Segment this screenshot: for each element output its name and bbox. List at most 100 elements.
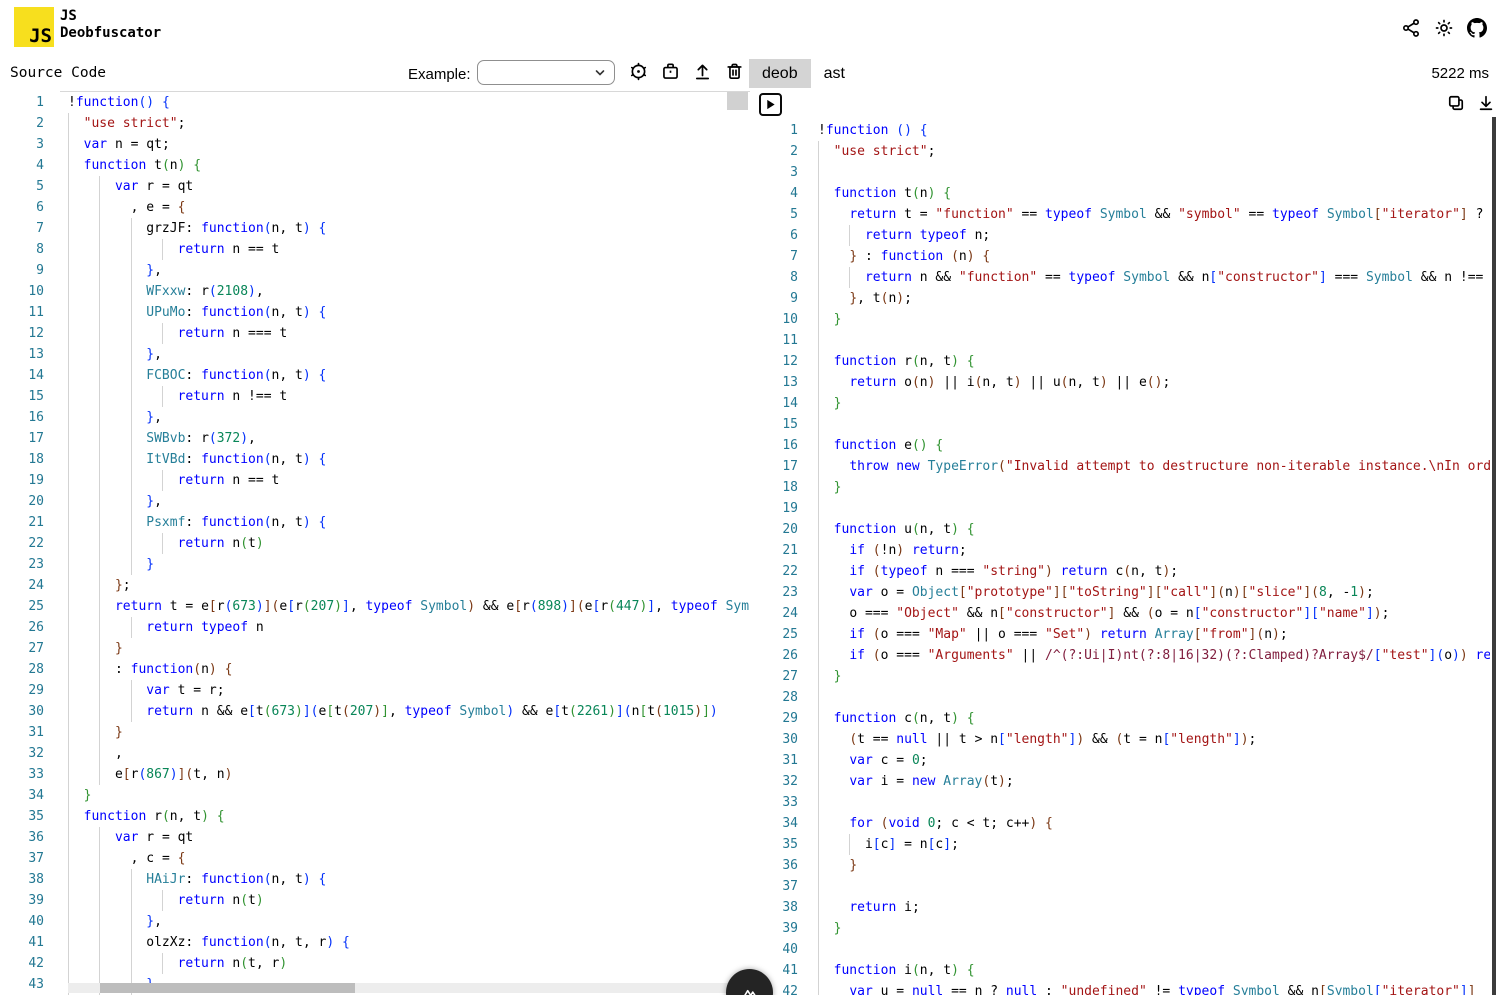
header-icons (1401, 18, 1487, 38)
indent-guide (131, 491, 132, 512)
code-line: var r = qt (68, 176, 750, 197)
app-title-line1: JS (60, 8, 161, 25)
indent-guide (131, 302, 132, 323)
code-line: UPuMo: function(n, t) { (68, 302, 750, 323)
indent-guide (131, 344, 132, 365)
code-line: } (68, 554, 750, 575)
output-editor[interactable]: 1234567891011121314151617181920212223242… (758, 120, 1490, 995)
indent-guide (68, 302, 69, 323)
indent-guide (131, 890, 132, 911)
tab-deob[interactable]: deob (749, 59, 811, 88)
theme-brightness-icon[interactable] (1434, 18, 1454, 38)
indent-guide (818, 582, 819, 603)
indent-guide (818, 393, 819, 414)
line-number: 4 (0, 155, 44, 176)
indent-guide (68, 281, 69, 302)
code-line: function c(n, t) { (818, 708, 1490, 729)
indent-guide (131, 869, 132, 890)
indent-guide (68, 932, 69, 953)
code-line: if (typeof n === "string") return c(n, t… (818, 561, 1490, 582)
code-line: function u(n, t) { (818, 519, 1490, 540)
code-line: (t == null || t > n["length"]) && (t = n… (818, 729, 1490, 750)
indent-guide (818, 855, 819, 876)
upload-icon[interactable] (692, 61, 713, 82)
code-line (818, 876, 1490, 897)
indent-guide (131, 953, 132, 974)
line-number: 30 (0, 701, 44, 722)
indent-guide (131, 701, 132, 722)
source-editor-vertical-scrollbar[interactable] (727, 92, 748, 110)
github-icon[interactable] (1467, 18, 1487, 38)
settings-icon[interactable] (628, 61, 649, 82)
indent-guide (68, 911, 69, 932)
horizontal-scrollbar-thumb[interactable] (100, 983, 355, 993)
example-select[interactable] (477, 60, 615, 85)
source-editor-horizontal-scrollbar[interactable] (68, 983, 750, 993)
code-line: o === "Object" && n["constructor"] && (o… (818, 603, 1490, 624)
line-number: 33 (758, 792, 798, 813)
code-line: } (818, 918, 1490, 939)
line-number: 5 (758, 204, 798, 225)
indent-guide (68, 470, 69, 491)
line-number: 4 (758, 183, 798, 204)
play-icon[interactable] (759, 93, 782, 116)
line-number: 37 (0, 848, 44, 869)
code-line: }, (68, 407, 750, 428)
code-line: }; (68, 575, 750, 596)
code-line: function e() { (818, 435, 1490, 456)
indent-guide (818, 687, 819, 708)
indent-guide (99, 218, 100, 239)
line-number: 7 (758, 246, 798, 267)
line-number: 25 (0, 596, 44, 617)
code-line: }, (68, 491, 750, 512)
indent-guide (818, 792, 819, 813)
line-number: 11 (758, 330, 798, 351)
line-number: 37 (758, 876, 798, 897)
download-icon[interactable] (1476, 93, 1496, 113)
example-label: Example: (408, 66, 471, 83)
code-line: if (o === "Map" || o === "Set") return A… (818, 624, 1490, 645)
output-editor-vertical-scrollbar[interactable] (1492, 117, 1496, 995)
indent-guide (818, 330, 819, 351)
copy-icon[interactable] (1446, 93, 1466, 113)
tab-ast[interactable]: ast (811, 59, 858, 88)
code-line: } (818, 309, 1490, 330)
code-line: } (68, 785, 750, 806)
code-line: WFxxw: r(2108), (68, 281, 750, 302)
line-number: 21 (758, 540, 798, 561)
code-line: HAiJr: function(n, t) { (68, 869, 750, 890)
indent-guide (99, 932, 100, 953)
indent-guide (68, 533, 69, 554)
share-icon[interactable] (1401, 18, 1421, 38)
code-line: return n == t (68, 239, 750, 260)
output-mode-tabs: deob ast (749, 59, 858, 88)
indent-guide (68, 764, 69, 785)
code-line: } (818, 393, 1490, 414)
indent-guide (99, 407, 100, 428)
indent-guide (818, 708, 819, 729)
line-number: 9 (758, 288, 798, 309)
code-line: return o(n) || i(n, t) || u(n, t) || e()… (818, 372, 1490, 393)
trash-icon[interactable] (724, 61, 745, 82)
code-line: return n && e[t(673)](e[t(207)], typeof … (68, 701, 750, 722)
code-line (818, 687, 1490, 708)
line-number: 32 (0, 743, 44, 764)
indent-guide (99, 197, 100, 218)
indent-guide (818, 897, 819, 918)
code-line (818, 939, 1490, 960)
line-number: 7 (0, 218, 44, 239)
paste-icon[interactable] (660, 61, 681, 82)
line-number: 17 (758, 456, 798, 477)
indent-guide (99, 953, 100, 974)
code-line (818, 498, 1490, 519)
code-line: return n(t) (68, 890, 750, 911)
indent-guide (99, 176, 100, 197)
source-editor[interactable]: 1234567891011121314151617181920212223242… (0, 92, 750, 995)
line-number: 12 (758, 351, 798, 372)
indent-guide (99, 554, 100, 575)
line-number: 33 (0, 764, 44, 785)
indent-guide (68, 428, 69, 449)
indent-guide (162, 239, 163, 260)
code-line: , e = { (68, 197, 750, 218)
indent-guide (99, 302, 100, 323)
